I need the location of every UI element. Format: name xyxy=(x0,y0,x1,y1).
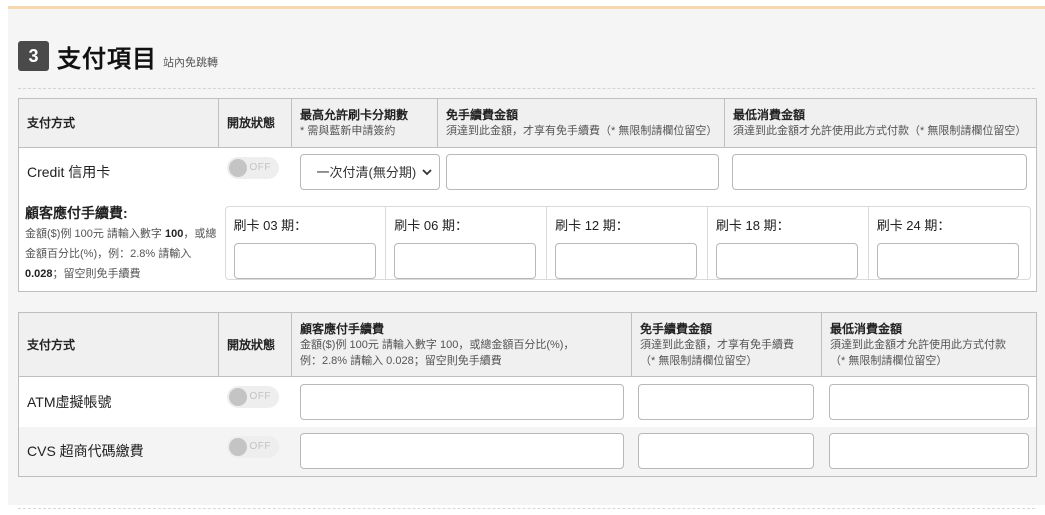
header-customer-fee: 顧客應付手續費 金額($)例 100元 請輸入數字 100，或總金額百分比(%)… xyxy=(291,312,632,377)
credit-min-amount-input[interactable] xyxy=(731,153,1027,190)
chevron-down-icon xyxy=(421,169,432,176)
toggle-knob xyxy=(228,437,247,456)
cvs-free-fee-cell xyxy=(631,426,822,477)
installment-06-fee-input[interactable] xyxy=(394,243,537,280)
atm-min-amount-cell xyxy=(822,377,1037,427)
header-min-amount: 最低消費金額 須達到此金額才允許使用此方式付款 （* 無限制請欄位留空） xyxy=(821,312,1037,377)
atm-customer-fee-cell xyxy=(292,377,632,427)
cvs-customer-fee-cell xyxy=(291,426,632,477)
installment-select[interactable]: 一次付清(無分期) xyxy=(299,153,440,190)
credit-free-fee-input[interactable] xyxy=(445,153,719,190)
installment-period-18: 刷卡 18 期： xyxy=(708,207,869,280)
header-max-installment: 最高允許刷卡分期數 * 需與藍新申請簽約 xyxy=(291,98,438,148)
installment-fee-inputs-cell: 刷卡 03 期： 刷卡 06 期： 刷卡 12 期： 刷卡 18 期： 刷卡 2… xyxy=(219,196,1037,292)
cvs-label: CVS 超商代碼繳費 xyxy=(18,426,219,477)
toggle-text: OFF xyxy=(249,391,271,403)
other-table-header-row: 支付方式 開放狀態 顧客應付手續費 金額($)例 100元 請輸入數字 100，… xyxy=(18,312,1037,377)
credit-min-amount-cell xyxy=(725,148,1037,196)
installment-fee-description: 金額($)例 100元 請輸入數字 100，或總金額百分比(%)，例：2.8% … xyxy=(25,228,217,281)
header-status: 開放狀態 xyxy=(218,312,292,377)
section-title: 支付項目 xyxy=(57,45,157,73)
credit-free-fee-cell xyxy=(438,148,725,196)
header-free-fee-amount: 免手續費金額 須達到此金額，才享有免手續費（* 無限制請欄位留空） xyxy=(437,98,725,148)
period-label: 刷卡 24 期： xyxy=(876,218,951,234)
atm-customer-fee-input[interactable] xyxy=(299,383,624,420)
credit-card-label: Credit 信用卡 xyxy=(27,163,111,180)
installment-fee-label-cell: 顧客應付手續費: 金額($)例 100元 請輸入數字 100，或總金額百分比(%… xyxy=(19,196,219,292)
credit-table-header-row: 支付方式 開放狀態 最高允許刷卡分期數 * 需與藍新申請簽約 免手續費金額 須達… xyxy=(18,98,1037,148)
installment-period-06: 刷卡 06 期： xyxy=(386,207,548,280)
credit-card-row: Credit 信用卡 OFF 一次付清(無分期) xyxy=(19,148,1037,196)
toggle-knob xyxy=(228,388,247,407)
installment-select-cell: 一次付清(無分期) xyxy=(292,148,440,196)
bottom-divider xyxy=(18,508,1035,509)
header-payment-method: 支付方式 xyxy=(18,98,219,148)
period-label: 刷卡 03 期： xyxy=(233,218,308,234)
installment-fee-row: 顧客應付手續費: 金額($)例 100元 請輸入數字 100，或總金額百分比(%… xyxy=(19,196,1037,292)
section-subtitle: 站內免跳轉 xyxy=(163,57,218,69)
atm-status-cell: OFF xyxy=(219,377,292,427)
step-number-badge: 3 xyxy=(18,41,49,71)
header-status: 開放狀態 xyxy=(218,98,292,148)
credit-card-table: 支付方式 開放狀態 最高允許刷卡分期數 * 需與藍新申請簽約 免手續費金額 須達… xyxy=(18,98,1037,292)
credit-status-cell: OFF xyxy=(219,148,292,196)
cvs-toggle[interactable]: OFF xyxy=(226,435,279,458)
cvs-status-cell: OFF xyxy=(218,426,292,477)
atm-min-amount-input[interactable] xyxy=(828,383,1029,420)
header-payment-method: 支付方式 xyxy=(18,312,219,377)
header-free-fee-amount: 免手續費金額 須達到此金額，才享有免手續費 （* 無限制請欄位留空） xyxy=(631,312,822,377)
installment-period-24: 刷卡 24 期： xyxy=(869,207,1030,280)
cvs-min-amount-cell xyxy=(821,426,1037,477)
cvs-row: CVS 超商代碼繳費 OFF xyxy=(18,426,1037,477)
header-min-amount: 最低消費金額 須達到此金額才允許使用此方式付款（* 無限制請欄位留空） xyxy=(724,98,1037,148)
installment-period-03: 刷卡 03 期： xyxy=(226,207,387,280)
installment-12-fee-input[interactable] xyxy=(555,243,698,280)
installment-selected-value: 一次付清(無分期) xyxy=(316,165,417,181)
period-label: 刷卡 06 期： xyxy=(394,218,468,234)
toggle-text: OFF xyxy=(249,440,271,452)
header-divider xyxy=(18,88,1035,89)
installment-fee-title: 顧客應付手續費: xyxy=(25,205,128,222)
period-label: 刷卡 18 期： xyxy=(715,218,790,234)
atm-free-fee-input[interactable] xyxy=(637,383,814,420)
other-payments-table: 支付方式 開放狀態 顧客應付手續費 金額($)例 100元 請輸入數字 100，… xyxy=(18,312,1037,477)
toggle-text: OFF xyxy=(249,162,271,174)
installment-03-fee-input[interactable] xyxy=(233,243,376,280)
period-label: 刷卡 12 期： xyxy=(555,218,629,234)
cvs-free-fee-input[interactable] xyxy=(637,433,814,470)
toggle-knob xyxy=(228,159,247,178)
credit-card-toggle[interactable]: OFF xyxy=(226,157,279,180)
installment-18-fee-input[interactable] xyxy=(715,243,858,280)
cvs-min-amount-input[interactable] xyxy=(828,433,1029,470)
installment-24-fee-input[interactable] xyxy=(876,243,1019,280)
cvs-customer-fee-input[interactable] xyxy=(299,433,624,470)
atm-row: ATM虛擬帳號 OFF xyxy=(19,377,1037,427)
installment-fee-box: 刷卡 03 期： 刷卡 06 期： 刷卡 12 期： 刷卡 18 期： 刷卡 2… xyxy=(224,206,1031,281)
atm-free-fee-cell xyxy=(632,377,822,427)
atm-label: ATM虛擬帳號 xyxy=(27,393,112,410)
section-header: 3 支付項目 站內免跳轉 xyxy=(18,41,218,73)
atm-toggle[interactable]: OFF xyxy=(226,386,279,409)
installment-period-12: 刷卡 12 期： xyxy=(547,207,708,280)
